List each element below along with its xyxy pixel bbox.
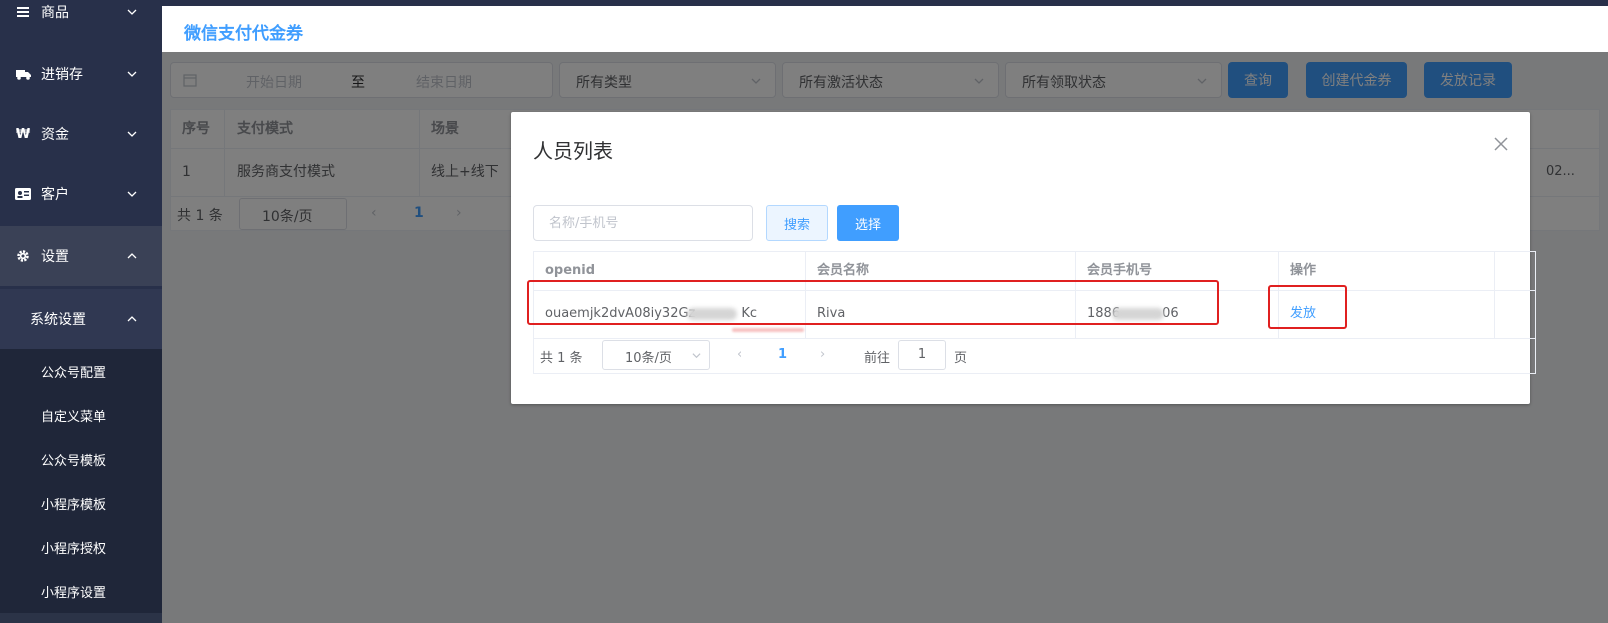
submenu-system-settings[interactable]: 系统设置 [0, 289, 162, 349]
sidebar-item-inventory[interactable]: 进销存 [0, 44, 162, 104]
gear-icon [15, 248, 31, 264]
highlight-action-box [1268, 285, 1347, 329]
sidebar-subitem-miniprogram-auth[interactable]: 小程序授权 [0, 525, 162, 569]
page-header: 微信支付代金券 [162, 6, 1608, 52]
sidebar-subitem-mp-template[interactable]: 公众号模板 [0, 437, 162, 481]
goto-label: 前往 [864, 351, 891, 366]
page-size-select[interactable]: 10条/页 [602, 340, 710, 370]
chevron-down-icon [127, 9, 137, 15]
sidebar-item-products[interactable]: 商品 [0, 0, 162, 42]
subitem-label: 自定义菜单 [41, 409, 107, 425]
member-list-dialog: 人员列表 搜索 选择 openid 会员名称 会员手机号 操作 ouaemjk2… [511, 112, 1536, 404]
redaction-mark [732, 328, 804, 332]
chevron-down-icon [127, 191, 137, 197]
sidebar-item-label: 商品 [41, 5, 69, 21]
chevron-up-icon [127, 253, 137, 259]
won-icon: ₩ [15, 126, 31, 142]
search-field[interactable] [534, 206, 752, 240]
goto-page-input[interactable]: 1 [898, 340, 946, 370]
select-button[interactable]: 选择 [837, 205, 899, 241]
sidebar-item-label: 进销存 [41, 67, 83, 83]
search-button[interactable]: 搜索 [766, 205, 828, 241]
sidebar-subitem-miniprogram-template[interactable]: 小程序模板 [0, 481, 162, 525]
id-card-icon [15, 186, 31, 202]
sidebar-item-label: 客户 [41, 187, 69, 203]
dialog-title: 人员列表 [533, 139, 613, 163]
chevron-down-icon [127, 131, 137, 137]
subitem-label: 公众号模板 [41, 453, 107, 469]
close-icon[interactable] [1494, 137, 1508, 151]
page-title: 微信支付代金券 [184, 24, 303, 44]
search-input[interactable] [533, 205, 753, 241]
truck-icon [15, 66, 31, 82]
sidebar-item-funds[interactable]: ₩ 资金 [0, 104, 162, 164]
list-icon [15, 4, 31, 20]
highlight-row-box [527, 280, 1219, 325]
sidebar: 商品 进销存 ₩ 资金 客户 设置 系统设置 公众号配置 自定义菜单 公众号模板… [0, 0, 162, 623]
sidebar-item-label: 资金 [41, 127, 69, 143]
chevron-down-icon [692, 353, 701, 359]
next-page-button[interactable]: › [820, 347, 825, 362]
chevron-up-icon [127, 316, 137, 322]
page-number[interactable]: 1 [778, 347, 787, 362]
sidebar-next-item [0, 613, 162, 623]
pagination: 共 1 条 10条/页 ‹ 1 › 前往 1 页 [534, 338, 1535, 374]
sidebar-subitem-miniprogram-settings[interactable]: 小程序设置 [0, 569, 162, 613]
prev-page-button[interactable]: ‹ [737, 347, 742, 362]
sidebar-subitem-mp-config[interactable]: 公众号配置 [0, 349, 162, 393]
subitem-label: 公众号配置 [41, 365, 107, 381]
sidebar-subitem-custom-menu[interactable]: 自定义菜单 [0, 393, 162, 437]
page-unit-label: 页 [954, 351, 968, 366]
sidebar-item-label: 设置 [41, 249, 69, 265]
total-count: 共 1 条 [540, 351, 583, 366]
subitem-label: 小程序设置 [41, 585, 107, 601]
subitem-label: 小程序授权 [41, 541, 107, 557]
sidebar-item-customers[interactable]: 客户 [0, 164, 162, 224]
page-size-value: 10条/页 [625, 351, 672, 366]
subitem-label: 小程序模板 [41, 497, 107, 513]
submenu-label: 系统设置 [30, 312, 86, 328]
sidebar-item-settings[interactable]: 设置 [0, 226, 162, 286]
chevron-down-icon [127, 71, 137, 77]
